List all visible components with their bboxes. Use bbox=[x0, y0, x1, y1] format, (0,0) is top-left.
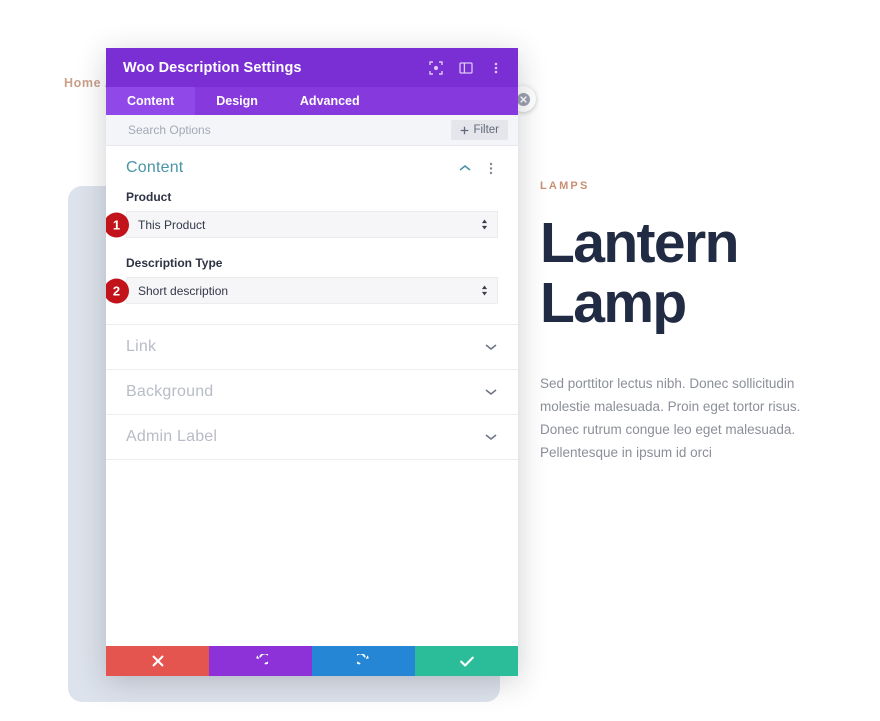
tab-advanced[interactable]: Advanced bbox=[279, 87, 381, 115]
modal-title: Woo Description Settings bbox=[123, 59, 302, 76]
section-content-body: Product 1 This Product Description Type … bbox=[106, 190, 518, 324]
filter-button[interactable]: Filter bbox=[451, 120, 508, 140]
description-type-select-value: Short description bbox=[138, 283, 229, 298]
modal-header: Woo Description Settings bbox=[106, 48, 518, 87]
check-icon bbox=[459, 656, 474, 667]
plus-icon bbox=[461, 126, 469, 134]
close-icon bbox=[516, 92, 530, 106]
woo-description-settings-modal: Woo Description Settings Content Design … bbox=[106, 48, 518, 676]
product-info: LAMPS Lantern Lamp Sed porttitor lectus … bbox=[540, 180, 830, 465]
field-description-type-label: Description Type bbox=[126, 256, 223, 270]
chevron-down-icon[interactable] bbox=[484, 430, 498, 444]
section-background-header[interactable]: Background bbox=[106, 370, 518, 414]
product-select[interactable]: This Product bbox=[126, 211, 498, 238]
stepper-arrows-icon bbox=[479, 285, 489, 296]
redo-icon bbox=[356, 654, 369, 665]
section-link: Link bbox=[106, 325, 518, 370]
stepper-arrows-icon bbox=[479, 219, 489, 230]
section-more-icon[interactable] bbox=[484, 161, 498, 175]
tab-content[interactable]: Content bbox=[106, 87, 196, 115]
undo-button[interactable] bbox=[209, 646, 312, 676]
chevron-up-icon[interactable] bbox=[458, 161, 472, 175]
redo-button[interactable] bbox=[312, 646, 415, 676]
modal-footer bbox=[106, 646, 518, 676]
section-content-header[interactable]: Content bbox=[106, 146, 518, 190]
section-background-title: Background bbox=[126, 383, 214, 400]
focus-icon[interactable] bbox=[428, 60, 444, 76]
product-select-value: This Product bbox=[138, 217, 206, 232]
section-link-header[interactable]: Link bbox=[106, 325, 518, 369]
section-admin-label-title: Admin Label bbox=[126, 428, 218, 445]
field-product: Product 1 This Product bbox=[106, 190, 498, 238]
field-product-label: Product bbox=[126, 190, 172, 204]
layout-panel-icon[interactable] bbox=[458, 60, 474, 76]
section-admin-label-header[interactable]: Admin Label bbox=[106, 415, 518, 459]
section-content-title: Content bbox=[126, 159, 184, 176]
section-admin-label: Admin Label bbox=[106, 415, 518, 460]
undo-icon bbox=[255, 654, 268, 665]
breadcrumb[interactable]: Home / bbox=[64, 76, 109, 90]
product-description: Sed porttitor lectus nibh. Donec sollici… bbox=[540, 375, 801, 461]
modal-tabs: Content Design Advanced bbox=[106, 87, 518, 115]
section-content: Content Product 1 This Product Descripti… bbox=[106, 146, 518, 325]
search-row: Filter bbox=[106, 115, 518, 146]
section-link-title: Link bbox=[126, 338, 157, 355]
search-input[interactable] bbox=[126, 122, 452, 138]
cancel-button[interactable] bbox=[106, 646, 209, 676]
chevron-down-icon[interactable] bbox=[484, 340, 498, 354]
product-category-label: LAMPS bbox=[540, 180, 590, 192]
modal-header-icons bbox=[428, 60, 504, 76]
more-vertical-icon[interactable] bbox=[488, 60, 504, 76]
x-icon bbox=[152, 655, 163, 667]
field-description-type: Description Type 2 Short description bbox=[106, 256, 498, 304]
chevron-down-icon[interactable] bbox=[484, 385, 498, 399]
tab-design[interactable]: Design bbox=[195, 87, 279, 115]
modal-body: Content Product 1 This Product Descripti… bbox=[106, 146, 518, 646]
filter-label: Filter bbox=[473, 124, 499, 136]
section-background: Background bbox=[106, 370, 518, 415]
description-type-select[interactable]: Short description bbox=[126, 277, 498, 304]
save-button[interactable] bbox=[415, 646, 518, 676]
product-title: Lantern Lamp bbox=[540, 211, 739, 335]
